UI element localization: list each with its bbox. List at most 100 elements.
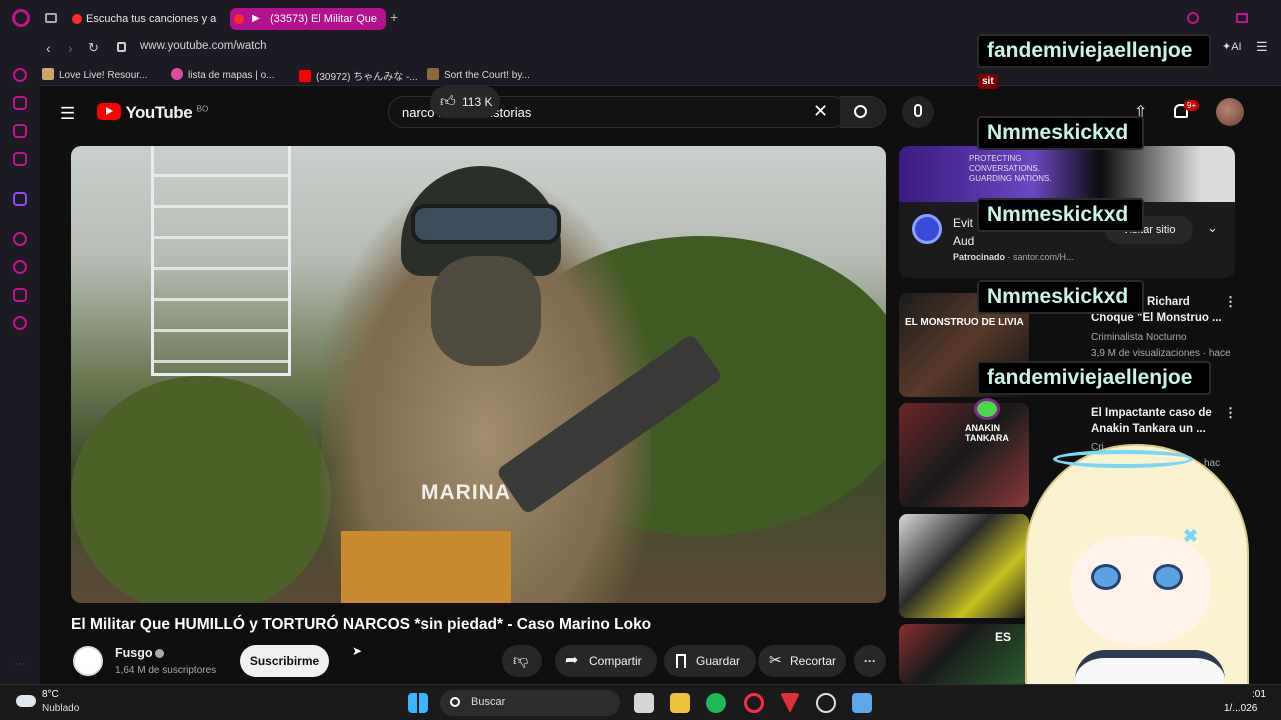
- search-icon: [854, 105, 867, 118]
- taskbar-search-label: Buscar: [471, 696, 506, 708]
- like-button[interactable]: 👍︎ 113 K: [430, 86, 500, 118]
- suggestion-thumbnail[interactable]: ES: [899, 624, 1029, 684]
- taskbar-search[interactable]: Buscar: [440, 690, 620, 716]
- clock-date[interactable]: 1/...026: [1224, 703, 1257, 714]
- clear-search-icon[interactable]: ✕: [813, 101, 828, 122]
- bookmark-love-live[interactable]: Love Live! Resour...: [42, 68, 147, 81]
- suggestion-title-line2: Anakin Tankara un ...: [1091, 423, 1206, 435]
- search-tabs-icon[interactable]: [1187, 12, 1199, 24]
- reload-icon[interactable]: ↻: [88, 40, 99, 56]
- suggestion-channel[interactable]: Criminalista Nocturno: [1091, 332, 1231, 343]
- file-explorer-icon[interactable]: [670, 693, 690, 713]
- vtuber-clip: ✖: [1183, 526, 1199, 546]
- ad-banner-text: PROTECTING CONVERSATIONS. GUARDING NATIO…: [969, 154, 1052, 183]
- spotify-icon[interactable]: [706, 693, 726, 713]
- twitch-icon[interactable]: [13, 192, 27, 206]
- workspaces-icon[interactable]: [13, 96, 27, 110]
- ad-subtitle: Aud: [953, 234, 975, 248]
- bookmark-sort-the-court[interactable]: Sort the Court! by...: [427, 68, 530, 81]
- clip-button[interactable]: ✂ Recortar: [758, 645, 846, 677]
- player-icon[interactable]: [13, 232, 27, 246]
- back-icon[interactable]: ‹: [46, 40, 51, 56]
- url-field[interactable]: www.youtube.com/watch: [140, 40, 267, 52]
- messenger-icon[interactable]: [13, 124, 27, 138]
- more-icon[interactable]: ···: [14, 656, 26, 670]
- video-title: El Militar Que HUMILLÓ y TORTURÓ NARCOS …: [71, 616, 652, 633]
- settings-icon[interactable]: [13, 316, 27, 330]
- bookmark-label: Love Live! Resour...: [59, 70, 148, 81]
- suggestion-thumbnail[interactable]: ANAKIN TANKARA: [899, 403, 1029, 507]
- valorant-icon[interactable]: [780, 693, 800, 713]
- speaker-icon: ▶: [252, 13, 260, 24]
- share-icon: ➦: [565, 652, 579, 669]
- save-button[interactable]: Guardar: [664, 645, 756, 677]
- more-vert-icon[interactable]: ⋮: [1224, 294, 1237, 310]
- sponsored-label: Patrocinado: [953, 252, 1006, 262]
- menu-icon[interactable]: ☰: [1256, 39, 1268, 55]
- task-view-icon[interactable]: [634, 693, 654, 713]
- tab-label: Escucha tus canciones y a: [86, 13, 217, 25]
- suggestion-title[interactable]: El Impactante caso de Anakin Tankara un .…: [1091, 405, 1231, 437]
- share-button[interactable]: ➦ Compartir: [555, 645, 657, 677]
- forward-icon[interactable]: ›: [68, 40, 73, 56]
- subscribe-button[interactable]: Suscribirme: [240, 645, 329, 677]
- foliage: [71, 376, 331, 603]
- chat-username: fandemiviejaellenjoe: [977, 361, 1211, 395]
- bookmark-mapas[interactable]: lista de mapas | o...: [171, 68, 275, 81]
- weather-widget[interactable]: 8°C Nublado: [16, 689, 96, 717]
- lock-icon: [117, 42, 126, 52]
- bookmark-favicon-icon: [427, 68, 439, 80]
- youtube-favicon-icon: [234, 14, 244, 24]
- aria-icon[interactable]: [13, 68, 27, 82]
- hamburger-icon[interactable]: ☰: [60, 104, 75, 124]
- window-controls[interactable]: [1236, 13, 1248, 23]
- instagram-icon[interactable]: [13, 152, 27, 166]
- bookmark-chanmina[interactable]: (30972) ちゃんみな -...: [299, 68, 418, 83]
- subscriber-count: 1,64 M de suscriptores: [115, 665, 217, 676]
- opera-gx-icon[interactable]: [744, 693, 764, 713]
- face-mask: [431, 256, 541, 366]
- channel-avatar[interactable]: [73, 646, 103, 676]
- tab-video-active[interactable]: ▶ (33573) El Militar Que: [230, 8, 386, 30]
- youtube-logo[interactable]: YouTube BO: [97, 103, 208, 123]
- more-vert-icon[interactable]: ⋮: [1224, 405, 1237, 421]
- clock-time[interactable]: :01: [1252, 689, 1266, 700]
- weather-desc: Nublado: [42, 703, 80, 714]
- goggles: [411, 204, 561, 244]
- photos-icon[interactable]: [852, 693, 872, 713]
- dislike-button[interactable]: 👎︎: [502, 645, 542, 677]
- vtuber-eye-right: [1153, 564, 1183, 590]
- voice-search-button[interactable]: [902, 96, 934, 128]
- channel-name[interactable]: Fusgo: [115, 646, 153, 660]
- tab-list-icon[interactable]: [45, 13, 57, 23]
- history-icon[interactable]: [13, 260, 27, 274]
- youtube-play-icon: [97, 103, 121, 120]
- vtuber-eye-left: [1091, 564, 1121, 590]
- like-count: 113 K: [462, 95, 493, 109]
- share-label: Compartir: [589, 654, 642, 668]
- ad-domain: · santor.com/H...: [1007, 252, 1074, 262]
- microphone-icon: [914, 104, 922, 117]
- bookmark-label: lista de mapas | o...: [188, 70, 275, 81]
- tab-music[interactable]: Escucha tus canciones y a: [68, 8, 220, 30]
- bookmark-label: Sort the Court! by...: [444, 70, 530, 81]
- country-code: BO: [196, 104, 209, 114]
- suggestion-thumbnail[interactable]: [899, 514, 1029, 618]
- weather-temp: 8°C: [42, 689, 59, 700]
- more-actions-button[interactable]: ···: [854, 645, 886, 677]
- ai-button[interactable]: ✦AI: [1222, 40, 1242, 53]
- opera-logo-icon[interactable]: [12, 9, 30, 27]
- avatar[interactable]: [1216, 98, 1244, 126]
- thumb-text: EL MONSTRUO DE LIVIA: [905, 317, 1024, 328]
- search-button[interactable]: [840, 96, 886, 128]
- vtuber-halo: [1053, 450, 1193, 468]
- new-tab-button[interactable]: +: [390, 10, 404, 24]
- extensions-icon[interactable]: [13, 288, 27, 302]
- chevron-down-icon[interactable]: ⌄: [1207, 220, 1218, 236]
- video-player[interactable]: MARINA: [71, 146, 886, 603]
- windows-start-icon[interactable]: [408, 693, 428, 713]
- bookmark-icon: [676, 654, 686, 668]
- game-app-icon[interactable]: [816, 693, 836, 713]
- ad-title: Evit: [953, 216, 974, 230]
- thumbs-up-icon: 👍︎: [440, 93, 456, 110]
